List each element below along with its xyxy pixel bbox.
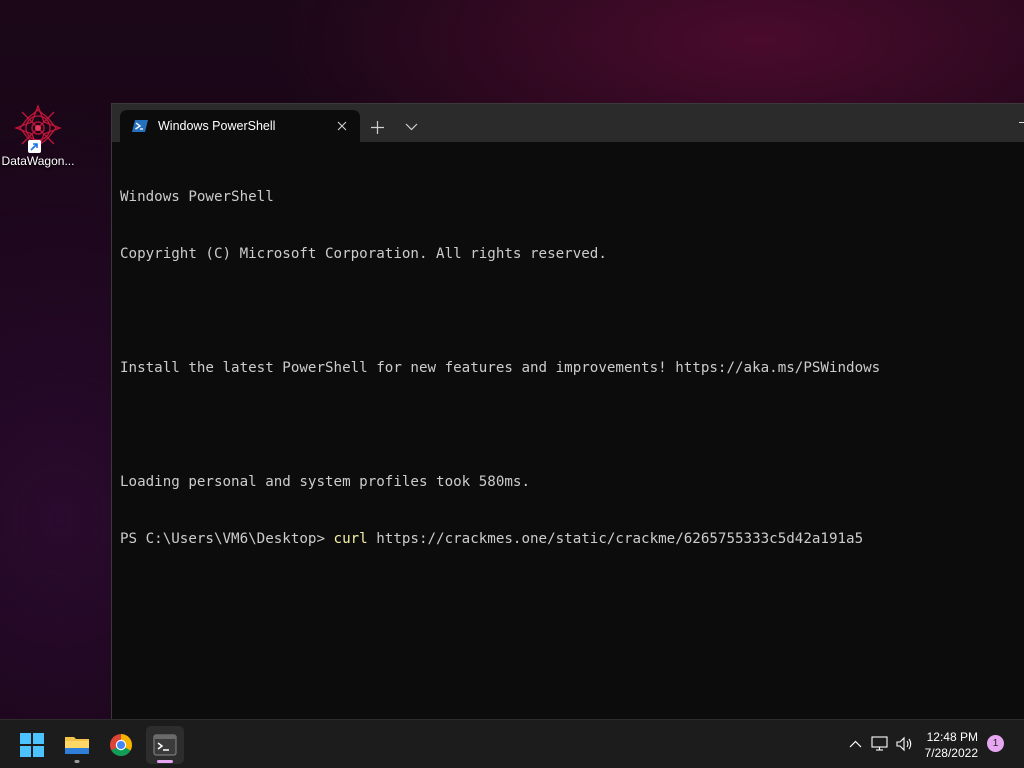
chevron-down-icon[interactable] [400,116,422,138]
show-hidden-icons-chevron-up-icon[interactable] [849,720,862,768]
close-tab-icon[interactable] [332,116,352,136]
network-icon[interactable] [871,720,889,768]
terminal-line: Loading personal and system profiles too… [120,474,530,490]
terminal-prompt-line[interactable]: PS C:\Users\VM6\Desktop> curl https://cr… [120,530,1017,549]
terminal-line: Copyright (C) Microsoft Corporation. All… [120,246,607,262]
volume-icon[interactable] [896,720,914,768]
terminal-line: Install the latest PowerShell for new fe… [120,360,881,376]
desktop-icon-label: DataWagon... [1,154,75,168]
minimize-icon[interactable] [1019,122,1024,123]
datawagon-app-icon [14,104,62,153]
clock-date: 7/28/2022 [924,746,978,760]
prompt-text: PS C:\Users\VM6\Desktop> [120,531,334,547]
clock-time: 12:48 PM [926,730,978,744]
shortcut-arrow-icon [28,140,41,153]
taskbar: 12:48 PM 7/28/2022 1 [0,719,1024,768]
tab-windows-powershell[interactable]: Windows PowerShell [120,110,360,142]
system-clock[interactable]: 12:48 PM 7/28/2022 [925,729,978,761]
start-icon[interactable] [13,726,51,764]
file-explorer-icon[interactable] [58,726,96,764]
terminal-window: Windows PowerShell Windows PowerShell Co… [111,103,1024,721]
terminal-line: Windows PowerShell [120,189,274,205]
terminal-output[interactable]: Windows PowerShell Copyright (C) Microso… [120,150,1017,587]
powershell-icon [132,120,148,132]
active-indicator [157,760,173,763]
desktop-shortcut-datawagon[interactable]: DataWagon... [0,104,76,168]
command-argument: https://crackmes.one/static/crackme/6265… [367,531,864,547]
notification-badge[interactable]: 1 [987,735,1004,752]
running-indicator [74,760,80,763]
new-tab-plus-icon[interactable] [366,116,388,138]
terminal-icon[interactable] [146,726,184,764]
command-text: curl [333,531,368,547]
title-bar: Windows PowerShell [112,104,1024,142]
chrome-icon[interactable] [102,726,140,764]
tab-title: Windows PowerShell [158,119,276,133]
